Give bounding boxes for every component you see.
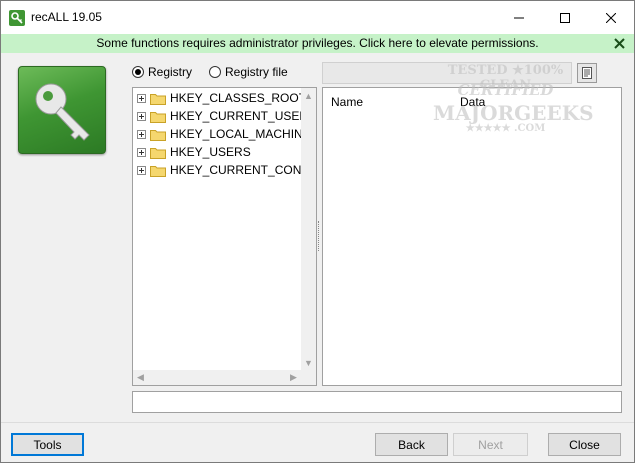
tools-button[interactable]: Tools xyxy=(11,433,84,456)
key-icon xyxy=(35,83,90,141)
elevate-permissions-banner[interactable]: Some functions requires administrator pr… xyxy=(1,34,634,53)
status-field xyxy=(132,391,622,413)
tree-item-hkey-users[interactable]: HKEY_USERS xyxy=(137,143,251,161)
pane-splitter[interactable] xyxy=(318,221,321,251)
maximize-button[interactable] xyxy=(542,1,588,34)
scroll-down-icon[interactable]: ▼ xyxy=(301,355,316,370)
banner-close-icon[interactable] xyxy=(613,37,626,50)
browse-file-icon xyxy=(582,67,592,79)
tree-item-hkey-local-machine[interactable]: HKEY_LOCAL_MACHINE xyxy=(137,125,311,143)
tree-item-label[interactable]: HKEY_CURRENT_USER xyxy=(170,109,308,123)
registry-file-radio-circle[interactable] xyxy=(209,66,221,78)
tree-vertical-scrollbar[interactable]: ▲ ▼ xyxy=(301,88,316,370)
registry-radio[interactable]: Registry xyxy=(132,65,192,79)
browse-button[interactable] xyxy=(577,63,597,83)
registry-file-radio-label[interactable]: Registry file xyxy=(225,65,288,79)
column-header-data[interactable]: Data xyxy=(460,95,485,109)
values-list[interactable]: Name Data xyxy=(322,87,622,386)
scroll-left-icon[interactable]: ◀ xyxy=(133,370,148,385)
tree-item-hkey-classes-root[interactable]: HKEY_CLASSES_ROOT xyxy=(137,89,306,107)
close-button[interactable]: Close xyxy=(548,433,621,456)
back-button[interactable]: Back xyxy=(375,433,448,456)
app-key-icon xyxy=(9,10,25,26)
tree-item-hkey-current-user[interactable]: HKEY_CURRENT_USER xyxy=(137,107,308,125)
minimize-button[interactable] xyxy=(496,1,542,34)
expand-icon[interactable] xyxy=(137,165,146,175)
registry-tree[interactable]: HKEY_CLASSES_ROOT HKEY_CURRENT_USER HKEY… xyxy=(132,87,317,386)
minimize-icon xyxy=(514,17,524,18)
scroll-up-icon[interactable]: ▲ xyxy=(301,88,316,103)
close-window-button[interactable] xyxy=(588,1,634,34)
expand-icon[interactable] xyxy=(137,147,146,157)
app-window: recALL 19.05 Some functions requires adm… xyxy=(0,0,635,463)
folder-icon xyxy=(150,93,166,105)
key-logo xyxy=(18,66,106,154)
next-button[interactable]: Next xyxy=(453,433,528,456)
close-icon xyxy=(606,12,616,23)
scroll-right-icon[interactable]: ▶ xyxy=(286,370,301,385)
tree-horizontal-scrollbar[interactable]: ◀ ▶ xyxy=(133,370,301,385)
tree-item-label[interactable]: HKEY_CLASSES_ROOT xyxy=(170,91,306,105)
expand-icon[interactable] xyxy=(137,129,146,139)
tree-item-label[interactable]: HKEY_USERS xyxy=(170,145,251,159)
expand-icon[interactable] xyxy=(137,93,146,103)
scrollbar-corner xyxy=(301,370,316,385)
maximize-icon xyxy=(560,12,570,23)
expand-icon[interactable] xyxy=(137,111,146,121)
column-header-name[interactable]: Name xyxy=(331,95,363,109)
folder-icon xyxy=(150,165,166,177)
registry-file-radio[interactable]: Registry file xyxy=(209,65,288,79)
window-title: recALL 19.05 xyxy=(31,10,102,24)
title-bar[interactable]: recALL 19.05 xyxy=(1,1,634,34)
tree-item-label[interactable]: HKEY_LOCAL_MACHINE xyxy=(170,127,311,141)
registry-radio-label[interactable]: Registry xyxy=(148,65,192,79)
folder-icon xyxy=(150,111,166,123)
registry-file-path-input[interactable] xyxy=(322,62,572,84)
registry-radio-circle[interactable] xyxy=(132,66,144,78)
folder-icon xyxy=(150,129,166,141)
tree-item-label[interactable]: HKEY_CURRENT_CONFIG xyxy=(170,163,316,177)
banner-text[interactable]: Some functions requires administrator pr… xyxy=(1,36,634,50)
folder-icon xyxy=(150,147,166,159)
bottom-button-bar xyxy=(1,422,634,462)
tree-item-hkey-current-config[interactable]: HKEY_CURRENT_CONFIG xyxy=(137,161,316,179)
